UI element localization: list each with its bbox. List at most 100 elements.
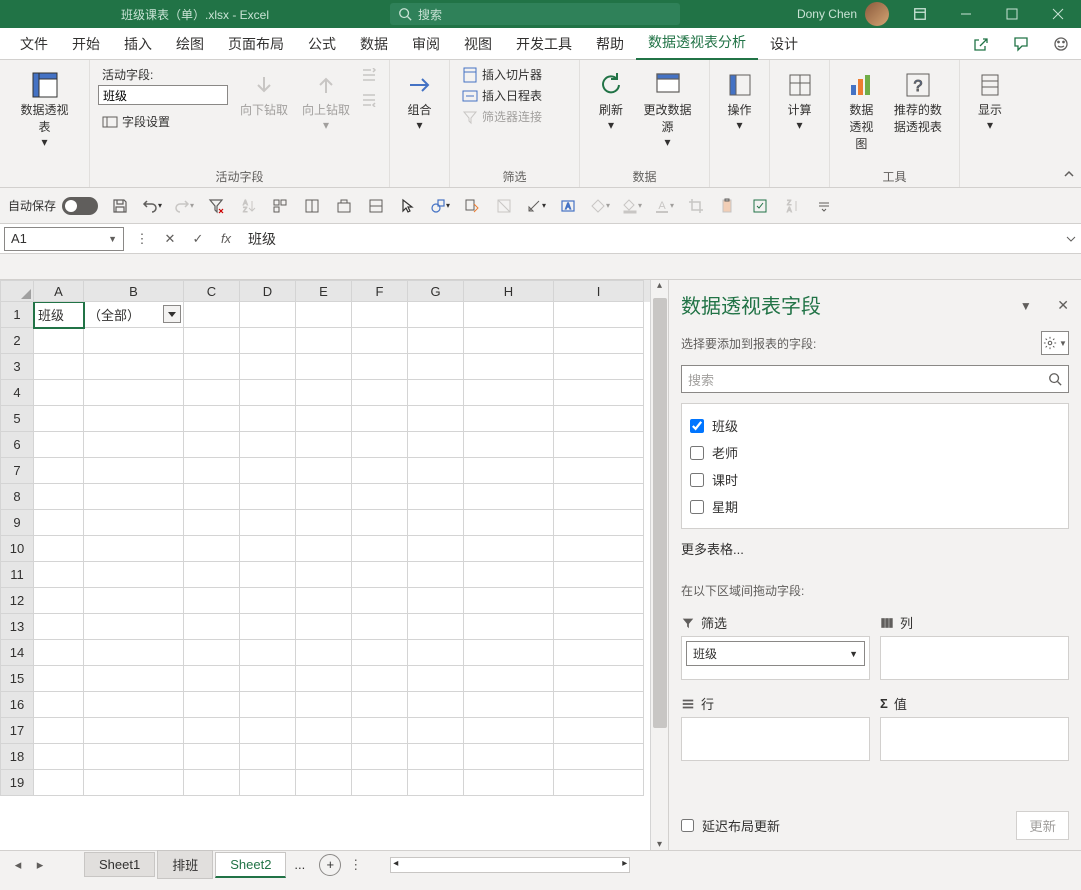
calc-button[interactable]: 计算▾ [777,64,823,137]
cell-E15[interactable] [296,666,352,692]
cell-F5[interactable] [352,406,408,432]
cell-C15[interactable] [184,666,240,692]
cell-C2[interactable] [184,328,240,354]
cell-A17[interactable] [34,718,84,744]
qat-btn-12[interactable] [458,192,486,220]
col-header-C[interactable]: C [184,280,240,302]
row-header-13[interactable]: 13 [0,614,34,640]
cell-F17[interactable] [352,718,408,744]
filter-area[interactable]: 筛选 班级 ▼ [681,609,870,680]
tab-view[interactable]: 视图 [452,28,504,60]
sort-za-button[interactable]: ZA [778,192,806,220]
update-button[interactable]: 更新 [1016,811,1069,840]
user-account[interactable]: Dony Chen [797,2,889,26]
qat-btn-9[interactable] [362,192,390,220]
cell-I10[interactable] [554,536,644,562]
cell-A5[interactable] [34,406,84,432]
cell-C6[interactable] [184,432,240,458]
cell-E9[interactable] [296,510,352,536]
cell-C5[interactable] [184,406,240,432]
cell-G16[interactable] [408,692,464,718]
change-data-source-button[interactable]: 更改数据源▾ [634,64,701,154]
cell-A9[interactable] [34,510,84,536]
share-button[interactable] [961,29,1001,59]
cell-I16[interactable] [554,692,644,718]
combine-button[interactable]: 组合 ▾ [397,64,443,137]
field-item-班级[interactable]: 班级 [690,412,1060,439]
tab-pivottable-analyze[interactable]: 数据透视表分析 [636,26,758,61]
cell-H15[interactable] [464,666,554,692]
cell-D10[interactable] [240,536,296,562]
vertical-scrollbar[interactable]: ▴ ▾ [650,280,668,850]
cell-D1[interactable] [240,302,296,328]
row-header-1[interactable]: 1 [0,302,34,328]
horizontal-scrollbar[interactable]: ◂ ▸ [390,857,630,873]
col-header-I[interactable]: I [554,280,644,302]
collapse-ribbon-button[interactable] [1063,168,1075,183]
cell-C13[interactable] [184,614,240,640]
cell-A18[interactable] [34,744,84,770]
field-search-input[interactable]: 搜索 [681,365,1069,393]
sheet-tab-overflow[interactable]: ... [288,853,311,876]
cell-H4[interactable] [464,380,554,406]
minimize-button[interactable] [943,0,989,28]
active-field-input[interactable] [98,85,228,105]
cell-C12[interactable] [184,588,240,614]
rows-area[interactable]: 行 [681,690,870,761]
cell-D6[interactable] [240,432,296,458]
filter-chip[interactable]: 班级 ▼ [686,641,865,666]
cell-H17[interactable] [464,718,554,744]
cell-D19[interactable] [240,770,296,796]
paste-button[interactable] [714,192,742,220]
cell-E16[interactable] [296,692,352,718]
cell-I9[interactable] [554,510,644,536]
cell-D9[interactable] [240,510,296,536]
cell-G11[interactable] [408,562,464,588]
cell-E17[interactable] [296,718,352,744]
ribbon-display-options[interactable] [897,0,943,28]
insert-timeline-button[interactable]: 插入日程表 [458,85,546,106]
cell-G6[interactable] [408,432,464,458]
cell-E2[interactable] [296,328,352,354]
cell-D2[interactable] [240,328,296,354]
scroll-left-icon[interactable]: ◂ [393,858,398,869]
cell-D4[interactable] [240,380,296,406]
cell-C16[interactable] [184,692,240,718]
cursor-button[interactable] [394,192,422,220]
cell-C19[interactable] [184,770,240,796]
cell-H9[interactable] [464,510,554,536]
sheet-tab-sheet2[interactable]: Sheet2 [215,852,286,878]
cell-E18[interactable] [296,744,352,770]
row-header-3[interactable]: 3 [0,354,34,380]
cell-B15[interactable] [84,666,184,692]
cell-H16[interactable] [464,692,554,718]
cell-G14[interactable] [408,640,464,666]
col-header-D[interactable]: D [240,280,296,302]
cell-C3[interactable] [184,354,240,380]
cell-D14[interactable] [240,640,296,666]
field-checkbox[interactable] [690,500,704,514]
defer-layout-checkbox[interactable] [681,819,694,832]
sort-asc-button[interactable]: AZ [234,192,262,220]
actions-button[interactable]: 操作▾ [717,64,763,137]
cell-D18[interactable] [240,744,296,770]
row-header-7[interactable]: 7 [0,458,34,484]
cell-H3[interactable] [464,354,554,380]
gear-button[interactable]: ▼ [1041,331,1069,355]
select-all-corner[interactable] [0,280,34,302]
field-checkbox[interactable] [690,419,704,433]
more-tables-link[interactable]: 更多表格... [681,539,1069,558]
clear-filter-button[interactable] [202,192,230,220]
tab-draw[interactable]: 绘图 [164,28,216,60]
cell-F4[interactable] [352,380,408,406]
cell-B10[interactable] [84,536,184,562]
cell-A10[interactable] [34,536,84,562]
cell-G19[interactable] [408,770,464,796]
text-box-button[interactable]: A [554,192,582,220]
cell-G2[interactable] [408,328,464,354]
scroll-right-icon[interactable]: ▸ [622,858,627,869]
field-item-老师[interactable]: 老师 [690,439,1060,466]
cell-A7[interactable] [34,458,84,484]
tab-insert[interactable]: 插入 [112,28,164,60]
refresh-button[interactable]: 刷新▾ [588,64,634,154]
